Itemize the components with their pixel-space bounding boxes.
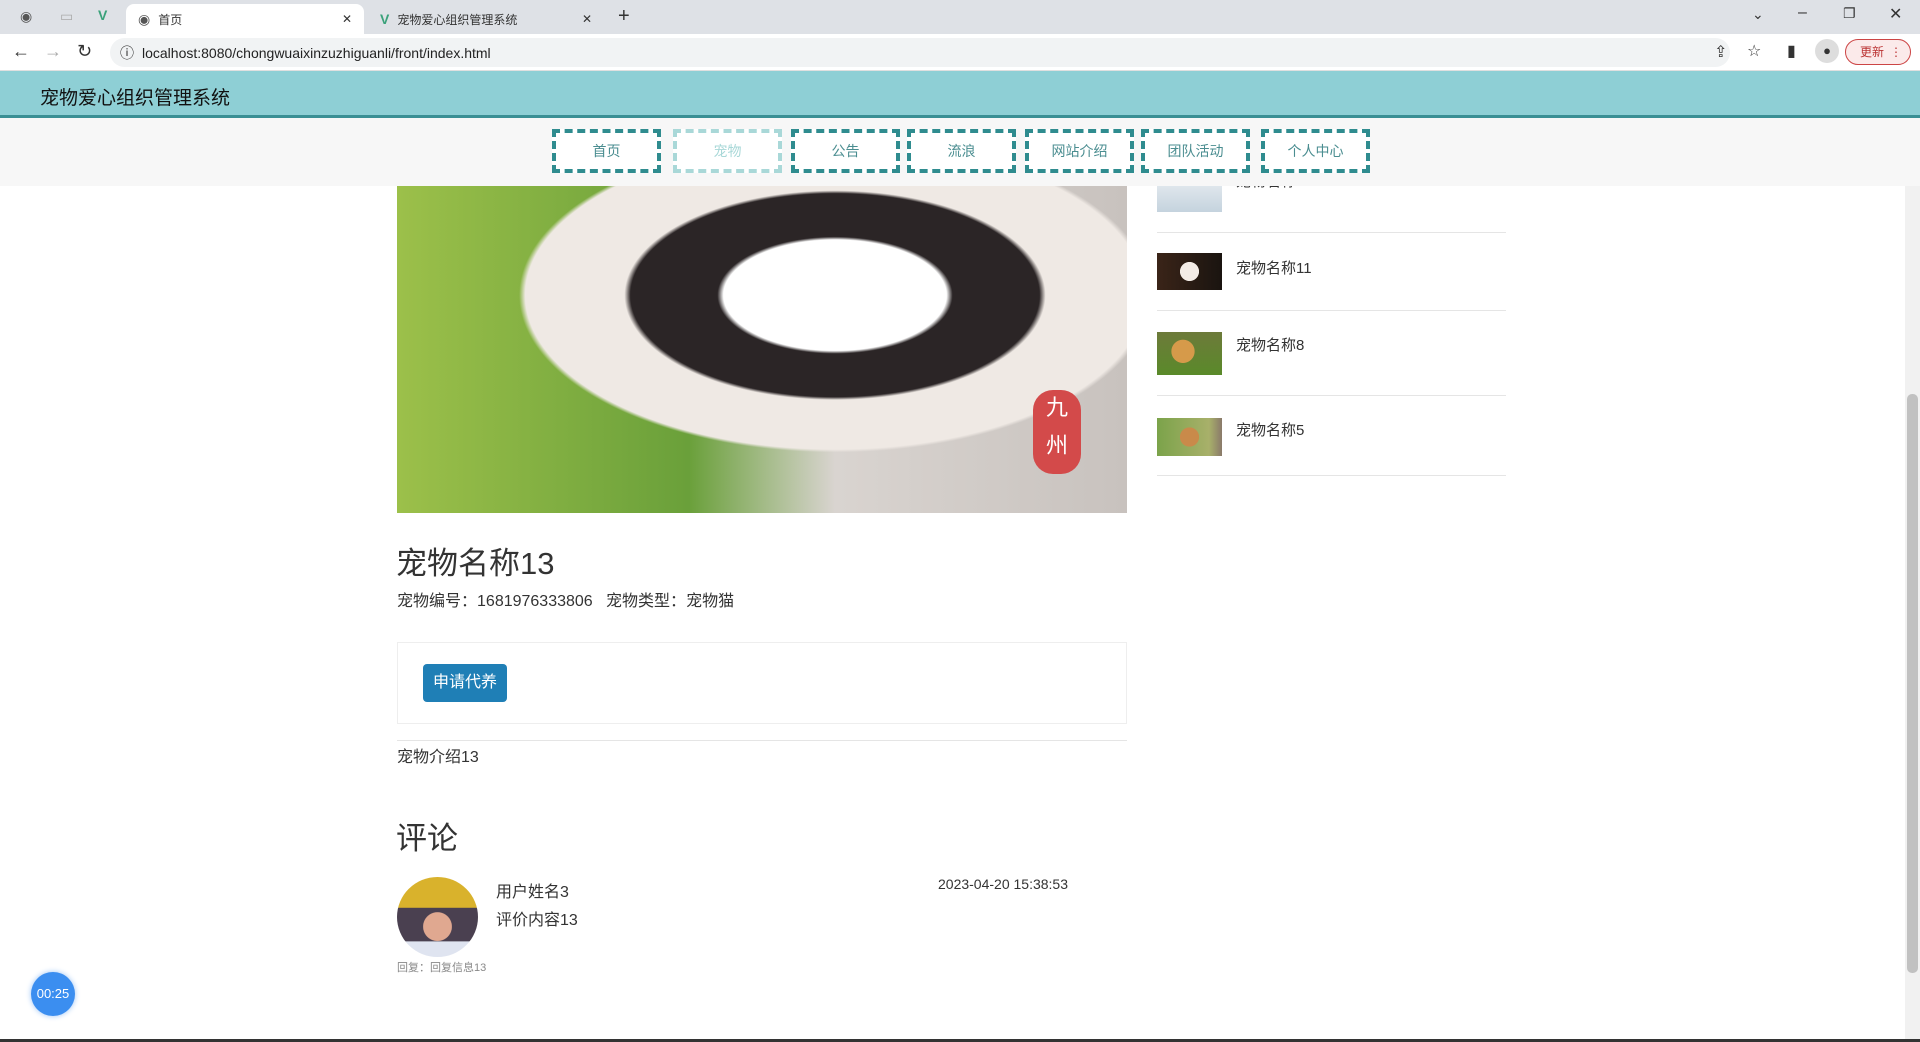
- pet-item-name: 宠物名称8: [1236, 337, 1305, 354]
- forward-icon[interactable]: →: [44, 41, 62, 62]
- globe-icon[interactable]: ◉: [20, 8, 32, 25]
- globe-icon: ◉: [138, 10, 151, 27]
- nav-activities[interactable]: 团队活动: [1141, 129, 1250, 173]
- pet-item-name: 宠物名称11: [1236, 260, 1312, 277]
- scrollbar-thumb[interactable]: [1907, 394, 1918, 973]
- comment-user: 用户姓名3: [496, 884, 569, 901]
- new-tab-button[interactable]: +: [618, 5, 630, 28]
- tab-label: 宠物爱心组织管理系统: [397, 12, 518, 27]
- pet-type-label: 宠物类型：: [606, 593, 687, 610]
- address-bar-row: ← → ↻ ⓘ localhost:8080/chongwuaixinzuzhi…: [0, 34, 1920, 71]
- reload-icon[interactable]: ↻: [77, 41, 92, 62]
- pet-intro: 宠物介绍13: [397, 749, 479, 766]
- profile-icon[interactable]: ●: [1815, 39, 1839, 63]
- site-header: 宠物爱心组织管理系统: [0, 71, 1920, 118]
- sidepanel-icon[interactable]: ▮: [1787, 41, 1796, 61]
- pet-item-name: 宠物名称5: [1236, 422, 1305, 439]
- pet-image: 九州: [397, 150, 1127, 513]
- comment-time: 2023-04-20 15:38:53: [938, 876, 1068, 892]
- nav-profile[interactable]: 个人中心: [1261, 129, 1370, 173]
- watermark-seal: 九州: [1033, 390, 1081, 474]
- restore-button[interactable]: ❐: [1843, 5, 1856, 22]
- apply-foster-button[interactable]: 申请代养: [423, 664, 507, 702]
- pet-name: 宠物名称13: [396, 546, 555, 581]
- pet-info: 宠物编号：1681976333806 宠物类型：宠物猫: [397, 587, 734, 611]
- star-icon[interactable]: ☆: [1747, 41, 1761, 61]
- share-icon[interactable]: ⇪: [1714, 42, 1727, 62]
- sidebar-pet-item[interactable]: 宠物名称8: [1157, 311, 1506, 396]
- tab-home[interactable]: ◉ 首页 ✕: [126, 4, 364, 34]
- pet-id-label: 宠物编号：: [397, 593, 478, 610]
- comments-title: 评论: [396, 821, 458, 856]
- pet-thumbnail: [1157, 332, 1222, 375]
- nav-home[interactable]: 首页: [552, 129, 661, 173]
- sidebar-pet-item[interactable]: 宠物名称11: [1157, 233, 1506, 311]
- pet-type: 宠物猫: [686, 593, 735, 610]
- pet-thumbnail: [1157, 253, 1222, 290]
- pet-thumbnail: [1157, 418, 1222, 456]
- info-icon: ⓘ: [120, 44, 134, 61]
- url-input[interactable]: ⓘ localhost:8080/chongwuaixinzuzhiguanli…: [110, 38, 1730, 67]
- nav-stray[interactable]: 流浪: [907, 129, 1016, 173]
- comment-reply: 回复：回复信息13: [397, 962, 487, 974]
- close-icon[interactable]: ✕: [582, 12, 592, 26]
- back-icon[interactable]: ←: [12, 41, 30, 62]
- nav-about[interactable]: 网站介绍: [1025, 129, 1134, 173]
- site-title: 宠物爱心组织管理系统: [40, 88, 231, 109]
- nav-notices[interactable]: 公告: [791, 129, 900, 173]
- pet-thumbnail: [1157, 186, 1222, 212]
- pet-id: 1681976333806: [477, 593, 593, 610]
- action-box: 申请代养: [397, 642, 1127, 724]
- tab-search-icon[interactable]: ⌄: [1752, 6, 1764, 23]
- nav-pets[interactable]: 宠物: [673, 129, 782, 173]
- menu-icon: ⋮: [1890, 45, 1902, 59]
- minimize-button[interactable]: –: [1798, 4, 1807, 22]
- tab-label: 首页: [158, 12, 183, 27]
- divider: [397, 740, 1127, 741]
- comment-content: 评价内容13: [496, 912, 578, 929]
- close-icon[interactable]: ✕: [342, 12, 352, 26]
- vue-icon: V: [380, 11, 390, 27]
- update-label: 更新: [1860, 45, 1885, 59]
- browser-tab-bar: ◉ ▭ V ◉ 首页 ✕ V 宠物爱心组织管理系统 ✕ + ⌄ – ❐ ✕: [0, 0, 1920, 34]
- url-text: localhost:8080/chongwuaixinzuzhiguanli/f…: [142, 44, 491, 61]
- close-window-button[interactable]: ✕: [1889, 4, 1902, 24]
- main-nav: 首页 宠物 公告 流浪 网站介绍 团队活动 个人中心: [0, 118, 1920, 186]
- recording-timer[interactable]: 00:25: [31, 972, 75, 1016]
- vue-icon[interactable]: V: [98, 7, 107, 23]
- sidebar-pet-item[interactable]: 宠物名称5: [1157, 396, 1506, 476]
- update-button[interactable]: 更新 ⋮: [1845, 39, 1911, 65]
- tab-system[interactable]: V 宠物爱心组织管理系统 ✕: [368, 4, 604, 34]
- tab-icon[interactable]: ▭: [60, 8, 73, 25]
- user-avatar: [397, 877, 478, 957]
